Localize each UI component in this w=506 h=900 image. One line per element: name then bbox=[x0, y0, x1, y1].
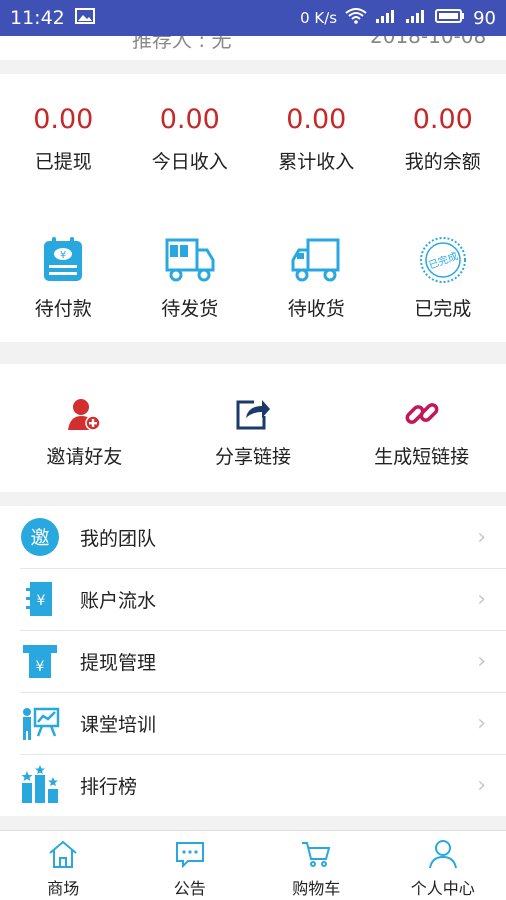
menu-item-my-team[interactable]: 邀 我的团队 › bbox=[0, 506, 506, 568]
stat-balance[interactable]: 0.00 我的余额 bbox=[380, 74, 506, 194]
earnings-summary: 0.00 已提现 0.00 今日收入 0.00 累计收入 0.00 我的余额 bbox=[0, 74, 506, 194]
order-pending-payment[interactable]: ¥ 待付款 bbox=[0, 194, 127, 342]
ranking-icon bbox=[20, 765, 60, 805]
bottom-tab-bar: 商场 公告 购物车 个人中心 bbox=[0, 830, 506, 900]
wifi-icon bbox=[345, 7, 367, 29]
tab-mall[interactable]: 商场 bbox=[0, 831, 127, 900]
menu-item-classroom-training[interactable]: 课堂培训 › bbox=[0, 692, 506, 754]
network-speed: 0 K/s bbox=[300, 9, 338, 27]
short-link-button[interactable]: 生成短链接 bbox=[337, 364, 506, 492]
tab-label: 个人中心 bbox=[410, 879, 475, 898]
tab-cart[interactable]: 购物车 bbox=[253, 831, 380, 900]
action-label: 生成短链接 bbox=[374, 446, 470, 468]
menu-item-account-ledger[interactable]: ¥ 账户流水 › bbox=[0, 568, 506, 630]
menu-label: 提现管理 bbox=[80, 651, 157, 674]
menu-item-leaderboard[interactable]: 排行榜 › bbox=[0, 754, 506, 816]
menu-label: 排行榜 bbox=[80, 775, 138, 798]
battery-level: 90 bbox=[473, 7, 496, 29]
signal-3g-icon bbox=[375, 8, 397, 29]
message-icon bbox=[173, 837, 207, 871]
stat-value: 0.00 bbox=[412, 104, 473, 135]
chevron-right-icon: › bbox=[477, 648, 486, 674]
menu-label: 我的团队 bbox=[80, 527, 157, 550]
menu-list: 邀 我的团队 › ¥ 账户流水 › ¥ 提现管理 › 课堂培训 › 排行榜 › bbox=[0, 506, 506, 816]
home-icon bbox=[46, 837, 80, 871]
stat-label: 已提现 bbox=[34, 151, 92, 173]
chevron-right-icon: › bbox=[477, 710, 486, 736]
profile-icon bbox=[426, 837, 460, 871]
svg-text:¥: ¥ bbox=[60, 250, 66, 261]
tab-profile[interactable]: 个人中心 bbox=[380, 831, 506, 900]
withdraw-icon: ¥ bbox=[20, 641, 60, 681]
status-bar: 11:42 0 K/s 90 bbox=[0, 0, 506, 36]
share-icon bbox=[233, 394, 273, 434]
menu-label: 账户流水 bbox=[80, 589, 157, 612]
chevron-right-icon: › bbox=[477, 586, 486, 612]
tab-label: 公告 bbox=[173, 879, 206, 898]
join-date: 2018-10-08 bbox=[370, 36, 487, 48]
chevron-right-icon: › bbox=[477, 524, 486, 550]
svg-text:¥: ¥ bbox=[36, 659, 45, 675]
invite-friends-button[interactable]: 邀请好友 bbox=[0, 364, 169, 492]
status-time: 11:42 bbox=[10, 7, 65, 29]
cart-icon bbox=[299, 837, 333, 871]
stat-withdrawn[interactable]: 0.00 已提现 bbox=[0, 74, 127, 194]
link-icon bbox=[402, 394, 442, 434]
action-label: 邀请好友 bbox=[46, 446, 123, 468]
to-ship-truck-icon bbox=[164, 234, 216, 286]
tab-label: 购物车 bbox=[292, 879, 341, 898]
pending-payment-icon: ¥ bbox=[37, 234, 89, 286]
stat-label: 今日收入 bbox=[151, 151, 228, 173]
invite-user-icon bbox=[64, 394, 104, 434]
referrer-strip: 推荐人 : 无 2018-10-08 bbox=[0, 36, 506, 60]
order-completed[interactable]: 已完成 已完成 bbox=[380, 194, 506, 342]
stat-label: 累计收入 bbox=[278, 151, 355, 173]
svg-text:¥: ¥ bbox=[37, 593, 46, 609]
order-label: 已完成 bbox=[414, 298, 472, 320]
referrer-text: 推荐人 : 无 bbox=[132, 36, 232, 52]
team-badge-text: 邀 bbox=[30, 527, 49, 549]
to-receive-truck-icon bbox=[290, 234, 342, 286]
order-status-row: ¥ 待付款 待发货 待收货 已完成 已完成 bbox=[0, 194, 506, 342]
order-to-receive[interactable]: 待收货 bbox=[253, 194, 380, 342]
tab-label: 商场 bbox=[47, 879, 80, 898]
training-icon bbox=[20, 703, 60, 743]
order-label: 待收货 bbox=[287, 298, 345, 320]
action-label: 分享链接 bbox=[215, 446, 292, 468]
share-link-button[interactable]: 分享链接 bbox=[169, 364, 338, 492]
stamp-text: 已完成 bbox=[427, 249, 460, 271]
ledger-icon: ¥ bbox=[20, 579, 60, 619]
chevron-right-icon: › bbox=[477, 772, 486, 798]
team-badge-icon: 邀 bbox=[20, 517, 60, 557]
image-icon bbox=[74, 7, 95, 29]
stat-label: 我的余额 bbox=[404, 151, 481, 173]
stat-value: 0.00 bbox=[286, 104, 347, 135]
share-actions-row: 邀请好友 分享链接 生成短链接 bbox=[0, 364, 506, 492]
battery-icon bbox=[435, 8, 465, 29]
stat-total-income[interactable]: 0.00 累计收入 bbox=[253, 74, 380, 194]
stat-value: 0.00 bbox=[159, 104, 220, 135]
order-label: 待发货 bbox=[161, 298, 219, 320]
tab-announcements[interactable]: 公告 bbox=[127, 831, 254, 900]
completed-stamp-icon: 已完成 bbox=[417, 234, 469, 286]
menu-item-withdrawal-management[interactable]: ¥ 提现管理 › bbox=[0, 630, 506, 692]
signal-icon bbox=[405, 8, 427, 29]
stat-value: 0.00 bbox=[33, 104, 94, 135]
menu-label: 课堂培训 bbox=[80, 713, 157, 736]
order-to-ship[interactable]: 待发货 bbox=[127, 194, 254, 342]
stat-today-income[interactable]: 0.00 今日收入 bbox=[127, 74, 254, 194]
order-label: 待付款 bbox=[34, 298, 92, 320]
